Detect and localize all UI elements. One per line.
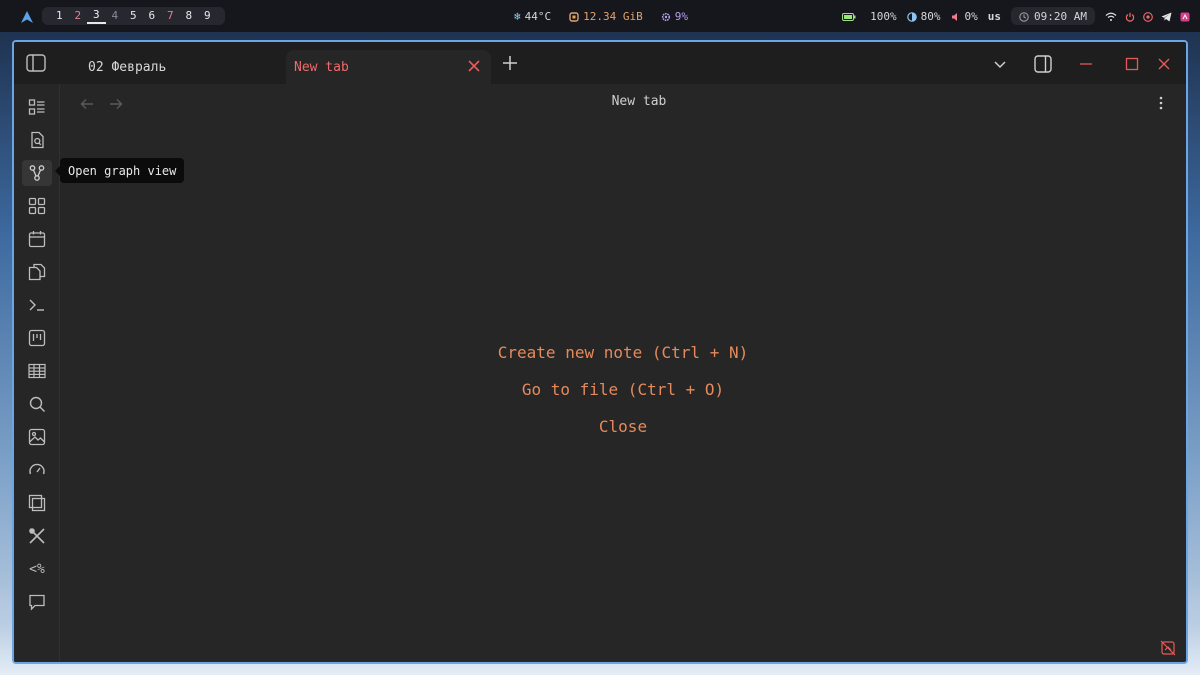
go-to-file-link[interactable]: Go to file (Ctrl + O) [60,371,1186,408]
arch-logo-icon[interactable] [20,9,34,23]
obsidian-window: 02 Февраль New tab <% Open graph view Ne… [12,40,1188,664]
more-options-icon[interactable] [1158,95,1164,111]
tray-app-icon[interactable] [1143,10,1153,23]
snowflake-icon: ❄ [514,9,521,23]
gauge-icon[interactable] [22,457,52,483]
graph-view-icon[interactable] [22,160,52,186]
brightness-widget[interactable]: 80% [906,10,941,23]
volume-muted-icon [951,10,961,23]
memory-chip-icon [569,10,579,23]
calendar-icon[interactable] [22,226,52,252]
clock-widget[interactable]: 09:20 AM [1011,7,1095,25]
tab-list-chevron-down-icon[interactable] [992,56,1008,72]
workspace-9[interactable]: 9 [198,7,217,25]
workspace-1[interactable]: 1 [50,7,69,25]
wifi-icon[interactable] [1105,10,1117,23]
tools-icon[interactable] [22,523,52,549]
canvas-icon[interactable] [22,193,52,219]
workspace-3[interactable]: 3 [87,8,106,24]
top-status-bar: 1 2 3 4 5 6 7 8 9 ❄ 44°C 12.34 GiB 9% 10… [0,0,1200,32]
new-tab-plus-icon[interactable] [502,55,518,71]
battery-widget: 100% [842,10,897,23]
tooltip: Open graph view [54,158,185,183]
layers-icon[interactable] [22,490,52,516]
close-tab-icon[interactable] [467,59,481,73]
toggle-left-sidebar-icon[interactable] [26,54,46,72]
clock-icon [1019,10,1029,23]
left-ribbon: <% [14,84,60,662]
kanban-icon[interactable] [22,325,52,351]
close-tab-link[interactable]: Close [60,408,1186,445]
tab-label: 02 Февраль [88,59,167,75]
chat-icon[interactable] [22,589,52,615]
navigate-back-arrow-icon[interactable] [80,96,94,110]
temperature-widget: ❄ 44°C [514,9,552,23]
workspace-6[interactable]: 6 [143,7,162,25]
cpu-widget: 9% [661,10,688,23]
maximize-icon[interactable] [1124,56,1140,72]
tab-label: New tab [294,59,349,75]
template-icon[interactable]: <% [22,556,52,582]
workspace-switcher: 1 2 3 4 5 6 7 8 9 [42,7,225,25]
workspace-7[interactable]: 7 [161,7,180,25]
tray-extra-icon[interactable] [1180,10,1190,23]
file-explorer-icon[interactable] [22,94,52,120]
close-window-icon[interactable] [1156,56,1186,72]
volume-widget[interactable]: 0% [951,10,978,23]
image-icon[interactable] [22,424,52,450]
power-icon[interactable] [1125,10,1135,23]
sync-disabled-icon[interactable] [1160,640,1176,656]
memory-widget: 12.34 GiB [569,10,643,23]
cpu-gear-icon [661,10,671,23]
copy-icon[interactable] [22,259,52,285]
toggle-right-sidebar-icon[interactable] [1034,55,1052,73]
keyboard-layout[interactable]: us [988,10,1001,23]
system-tray [1105,10,1190,23]
terminal-icon[interactable] [22,292,52,318]
brightness-icon [906,10,917,23]
search-in-file-icon[interactable] [22,127,52,153]
minimize-icon[interactable] [1078,56,1094,72]
telegram-icon[interactable] [1161,10,1172,23]
workspace-8[interactable]: 8 [180,7,199,25]
workspace-4[interactable]: 4 [106,7,125,25]
table-icon[interactable] [22,358,52,384]
navigate-forward-arrow-icon[interactable] [109,96,123,110]
empty-state-actions: Create new note (Ctrl + N) Go to file (C… [60,334,1186,445]
create-new-note-link[interactable]: Create new note (Ctrl + N) [60,334,1186,371]
tab-bar: 02 Февраль New tab [14,42,1186,84]
tab-new-tab[interactable]: New tab [286,50,491,84]
search-icon[interactable] [22,391,52,417]
battery-icon [842,10,856,23]
workspace-2[interactable]: 2 [69,7,88,25]
workspace-5[interactable]: 5 [124,7,143,25]
view-header-title: New tab [611,94,667,109]
tab-february[interactable]: 02 Февраль [74,50,284,84]
